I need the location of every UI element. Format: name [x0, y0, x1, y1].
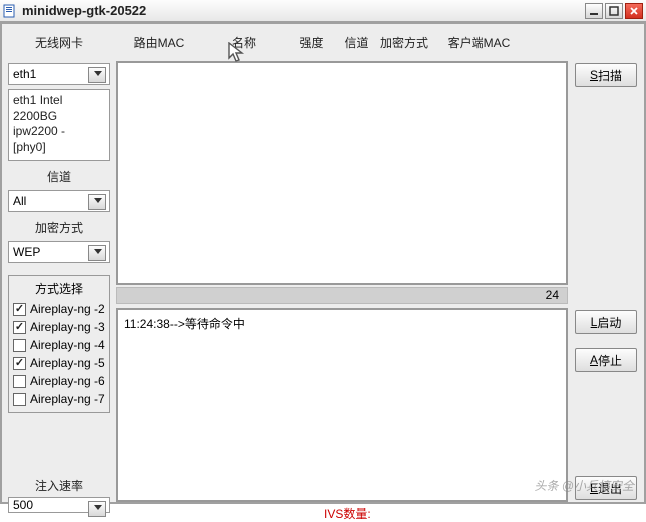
method-option[interactable]: Aireplay-ng -6 [12, 372, 106, 390]
checkbox-icon[interactable] [13, 303, 26, 316]
method-option-label: Aireplay-ng -6 [30, 374, 105, 388]
method-option-label: Aireplay-ng -3 [30, 320, 105, 334]
maximize-button[interactable] [605, 3, 623, 19]
method-option-label: Aireplay-ng -4 [30, 338, 105, 352]
nic-detail-line: [phy0] [13, 140, 105, 156]
status-bar: 24 [116, 287, 568, 304]
start-button[interactable]: L启动 [575, 310, 637, 334]
column-headers: 无线网卡 路由MAC 名称 强度 信道 加密方式 客户端MAC [4, 26, 642, 59]
title-bar: minidwep-gtk-20522 [0, 0, 646, 22]
checkbox-icon[interactable] [13, 339, 26, 352]
log-line: 11:24:38-->等待命令中 [124, 315, 560, 332]
nic-combo[interactable]: eth1 [8, 63, 110, 85]
inject-label: 注入速率 [8, 474, 110, 495]
stop-button[interactable]: A停止 [575, 348, 637, 372]
header-mac: 路由MAC [114, 34, 204, 51]
nic-detail-line: ipw2200 - [13, 124, 105, 140]
channel-combo[interactable]: All [8, 190, 110, 212]
method-option[interactable]: Aireplay-ng -3 [12, 318, 106, 336]
dropdown-icon [94, 198, 102, 203]
channel-label: 信道 [8, 165, 110, 186]
method-label: 方式选择 [12, 280, 106, 297]
inject-combo[interactable]: 500 [8, 497, 110, 513]
status-count: 24 [546, 288, 559, 302]
method-option-label: Aireplay-ng -7 [30, 392, 105, 406]
dropdown-icon [94, 249, 102, 254]
nic-detail-line: 2200BG [13, 109, 105, 125]
header-strength: 强度 [284, 34, 339, 51]
checkbox-icon[interactable] [13, 393, 26, 406]
window-title: minidwep-gtk-20522 [22, 3, 583, 18]
nic-detail-list[interactable]: eth1 Intel 2200BG ipw2200 - [phy0] [8, 89, 110, 161]
method-option[interactable]: Aireplay-ng -4 [12, 336, 106, 354]
checkbox-icon[interactable] [13, 357, 26, 370]
method-frame: 方式选择 Aireplay-ng -2 Aireplay-ng -3 Airepla… [8, 275, 110, 413]
minimize-button[interactable] [585, 3, 603, 19]
nic-detail-line: eth1 Intel [13, 93, 105, 109]
log-output[interactable]: 11:24:38-->等待命令中 [116, 308, 568, 502]
header-name: 名称 [204, 34, 284, 51]
header-channel: 信道 [339, 34, 374, 51]
header-client-mac: 客户端MAC [434, 34, 524, 51]
inject-combo-value: 500 [13, 498, 33, 512]
watermark: 头条 @小兵搞安全 [534, 477, 634, 494]
checkbox-icon[interactable] [13, 321, 26, 334]
checkbox-icon[interactable] [13, 375, 26, 388]
encrypt-combo[interactable]: WEP [8, 241, 110, 263]
method-option[interactable]: Aireplay-ng -5 [12, 354, 106, 372]
scan-button[interactable]: S扫描 [575, 63, 637, 87]
dropdown-icon [94, 505, 102, 510]
nic-combo-value: eth1 [13, 67, 36, 81]
header-encrypt: 加密方式 [374, 34, 434, 51]
app-icon [3, 4, 17, 18]
method-option-label: Aireplay-ng -5 [30, 356, 105, 370]
encrypt-label: 加密方式 [8, 216, 110, 237]
encrypt-combo-value: WEP [13, 245, 40, 259]
network-list[interactable] [116, 61, 568, 285]
ivs-count-label: IVS数量: [324, 505, 371, 522]
method-option-label: Aireplay-ng -2 [30, 302, 105, 316]
header-nic: 无线网卡 [4, 34, 114, 51]
method-option[interactable]: Aireplay-ng -2 [12, 300, 106, 318]
method-option[interactable]: Aireplay-ng -7 [12, 390, 106, 408]
close-button[interactable] [625, 3, 643, 19]
dropdown-icon [94, 71, 102, 76]
channel-combo-value: All [13, 194, 26, 208]
